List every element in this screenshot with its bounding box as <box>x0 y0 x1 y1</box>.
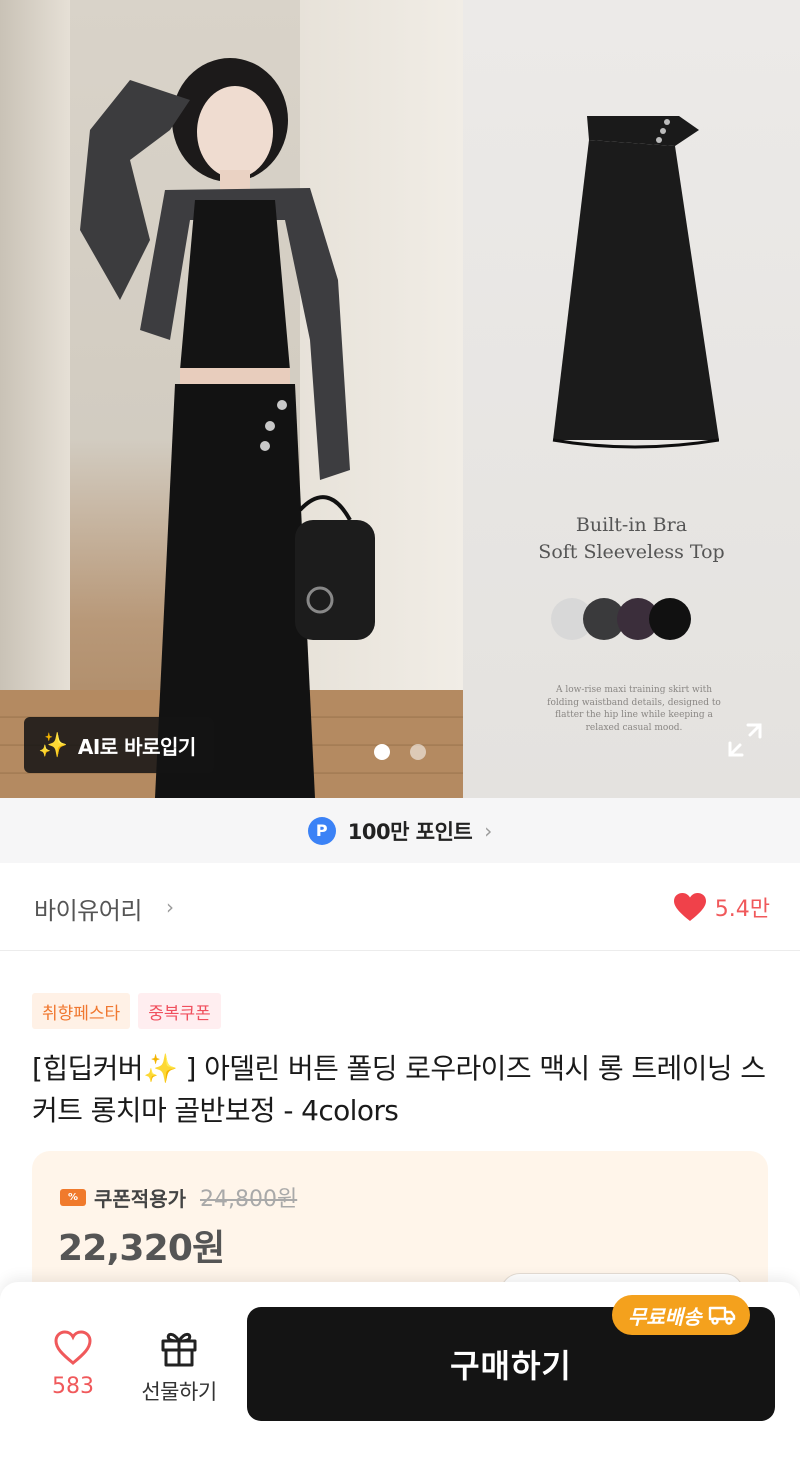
gift-icon <box>161 1332 197 1367</box>
store-name-link[interactable]: 바이유어리 <box>34 891 142 926</box>
model-figure <box>80 58 375 798</box>
coupon-price-label: 쿠폰적용가 <box>94 1186 186 1211</box>
store-row: 바이유어리 › 5.4만 <box>0 863 800 951</box>
swatch-black <box>649 598 691 640</box>
badge-taste-festa: 취향페스타 <box>32 993 131 1029</box>
chevron-right-icon: › <box>166 895 174 919</box>
color-swatches <box>551 598 711 642</box>
product-title: [힙딥커버✨ ] 아델린 버튼 폴딩 로우라이즈 맥시 롱 트레이닝 스커트 롱… <box>32 1052 766 1127</box>
heart-outline-icon <box>54 1330 92 1365</box>
points-banner[interactable]: P 100만 포인트 › <box>0 798 800 863</box>
pagination-dot-2[interactable] <box>410 744 426 760</box>
free-shipping-badge: 무료배송 <box>612 1295 750 1335</box>
coupon-icon: % <box>60 1188 86 1206</box>
bottom-action-bar: 583 선물하기 구매하기 무료배송 <box>0 1282 800 1461</box>
ai-try-on-label: AI로 바로입기 <box>77 734 196 759</box>
model-photo <box>0 0 463 798</box>
detail-tagline-line1: Built-in Bra <box>575 514 688 536</box>
wishlist-count: 583 <box>52 1374 94 1399</box>
coupon-price-line: % 쿠폰적용가 24,800원 <box>60 1181 297 1213</box>
sale-price: 22,320원 <box>58 1228 225 1269</box>
ai-try-on-button[interactable]: ✨ AI로 바로입기 <box>24 717 214 773</box>
free-shipping-label: 무료배송 <box>628 1304 702 1329</box>
store-like-button[interactable]: 5.4만 <box>673 891 770 923</box>
gift-label: 선물하기 <box>141 1380 217 1404</box>
gallery-pagination <box>374 744 426 760</box>
product-badges: 취향페스타 중복쿠폰 <box>32 993 221 1029</box>
badge-duplicate-coupon: 중복쿠폰 <box>138 993 221 1029</box>
magic-wand-icon: ✨ <box>38 731 68 759</box>
points-label: 100만 포인트 <box>347 819 473 844</box>
detail-description: A low-rise maxi training skirt with fold… <box>547 685 721 733</box>
product-page: Built-in Bra Soft Sleeveless Top A low-r… <box>0 0 800 1461</box>
skirt-detail-image: Built-in Bra Soft Sleeveless Top A low-r… <box>463 0 800 798</box>
detail-tagline-line2: Soft Sleeveless Top <box>538 541 725 563</box>
pagination-dot-1[interactable] <box>374 744 390 760</box>
wishlist-button[interactable]: 583 <box>38 1330 108 1399</box>
delivery-truck-icon <box>708 1306 735 1325</box>
chevron-right-icon: › <box>484 818 493 843</box>
skirt-illustration <box>552 116 719 449</box>
gift-button[interactable]: 선물하기 <box>134 1328 224 1406</box>
store-like-count: 5.4만 <box>714 897 770 922</box>
expand-icon[interactable] <box>728 723 762 757</box>
heart-filled-icon <box>673 893 706 921</box>
original-price: 24,800원 <box>200 1187 298 1212</box>
points-icon: P <box>307 816 336 845</box>
product-image-gallery[interactable]: Built-in Bra Soft Sleeveless Top A low-r… <box>0 0 800 798</box>
